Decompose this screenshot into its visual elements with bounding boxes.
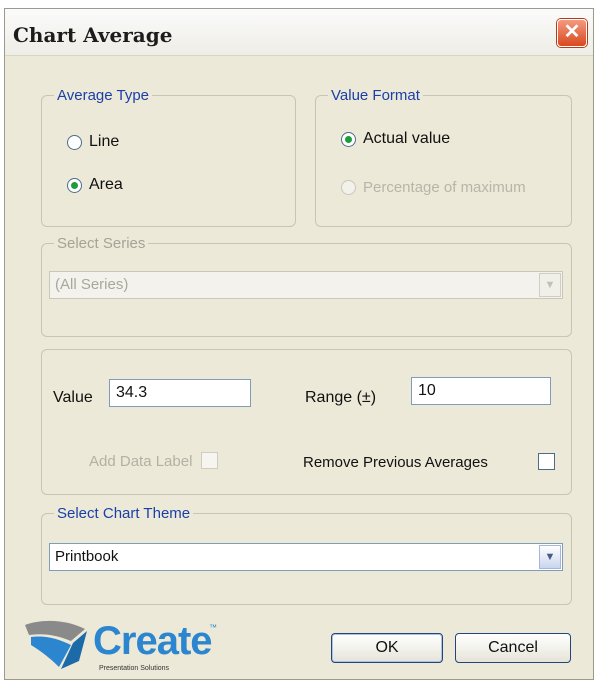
create-logo-icon — [25, 620, 87, 669]
average-type-group: Average Type — [41, 87, 296, 227]
radio-actual-value-label: Actual value — [363, 130, 451, 147]
range-label: Range (±) — [305, 389, 377, 406]
select-series-legend: Select Series — [57, 235, 146, 252]
radio-line-label: Line — [89, 133, 120, 150]
value-input[interactable]: 34.3 — [109, 379, 251, 407]
logo-trademark: ™ — [209, 623, 217, 632]
close-button[interactable]: ✕ — [557, 19, 587, 47]
chart-theme-value: Printbook — [55, 548, 119, 565]
chart-average-dialog: Chart Average ✕ Average Type Line Area V… — [4, 8, 594, 680]
radio-actual-value[interactable]: Actual value — [341, 130, 450, 148]
radio-line-indicator[interactable] — [67, 134, 82, 150]
chart-theme-legend: Select Chart Theme — [57, 505, 191, 522]
radio-area-indicator[interactable] — [67, 177, 82, 193]
remove-previous-averages-label: Remove Previous Averages — [303, 454, 488, 471]
cancel-button[interactable]: Cancel — [455, 633, 571, 663]
select-series-dropdown[interactable]: (All Series) ▼ — [49, 271, 563, 299]
radio-actual-value-indicator[interactable] — [341, 131, 356, 147]
create-logo: Create ™ Presentation Solutions — [21, 615, 241, 677]
radio-percentage-indicator[interactable] — [341, 180, 356, 195]
logo-subtitle: Presentation Solutions — [99, 665, 170, 672]
radio-line[interactable]: Line — [67, 133, 119, 151]
title-bar[interactable]: Chart Average ✕ — [5, 9, 593, 56]
range-input[interactable]: 10 — [411, 377, 551, 405]
radio-percentage-label: Percentage of maximum — [363, 179, 526, 196]
value-label: Value — [53, 389, 93, 406]
ok-button[interactable]: OK — [331, 633, 443, 663]
chevron-down-icon[interactable]: ▼ — [539, 273, 561, 297]
value-format-legend: Value Format — [331, 87, 420, 104]
add-data-label-checkbox[interactable] — [201, 452, 218, 469]
radio-area-label: Area — [89, 176, 123, 193]
chart-theme-dropdown[interactable]: Printbook ▼ — [49, 543, 563, 571]
dialog-title: Chart Average — [13, 23, 173, 47]
add-data-label-label: Add Data Label — [89, 453, 193, 470]
value-input-text: 34.3 — [116, 384, 148, 401]
close-icon: ✕ — [563, 21, 581, 43]
average-values-group — [41, 349, 572, 495]
value-format-group: Value Format — [315, 87, 572, 227]
logo-wordmark: Create — [93, 619, 213, 663]
average-type-legend: Average Type — [57, 87, 150, 104]
select-series-value: (All Series) — [55, 276, 129, 293]
remove-previous-averages-checkbox[interactable] — [538, 453, 555, 470]
radio-percentage-of-maximum[interactable]: Percentage of maximum — [341, 179, 526, 196]
range-input-text: 10 — [418, 382, 436, 399]
radio-area[interactable]: Area — [67, 176, 123, 194]
chevron-down-icon[interactable]: ▼ — [539, 545, 561, 569]
